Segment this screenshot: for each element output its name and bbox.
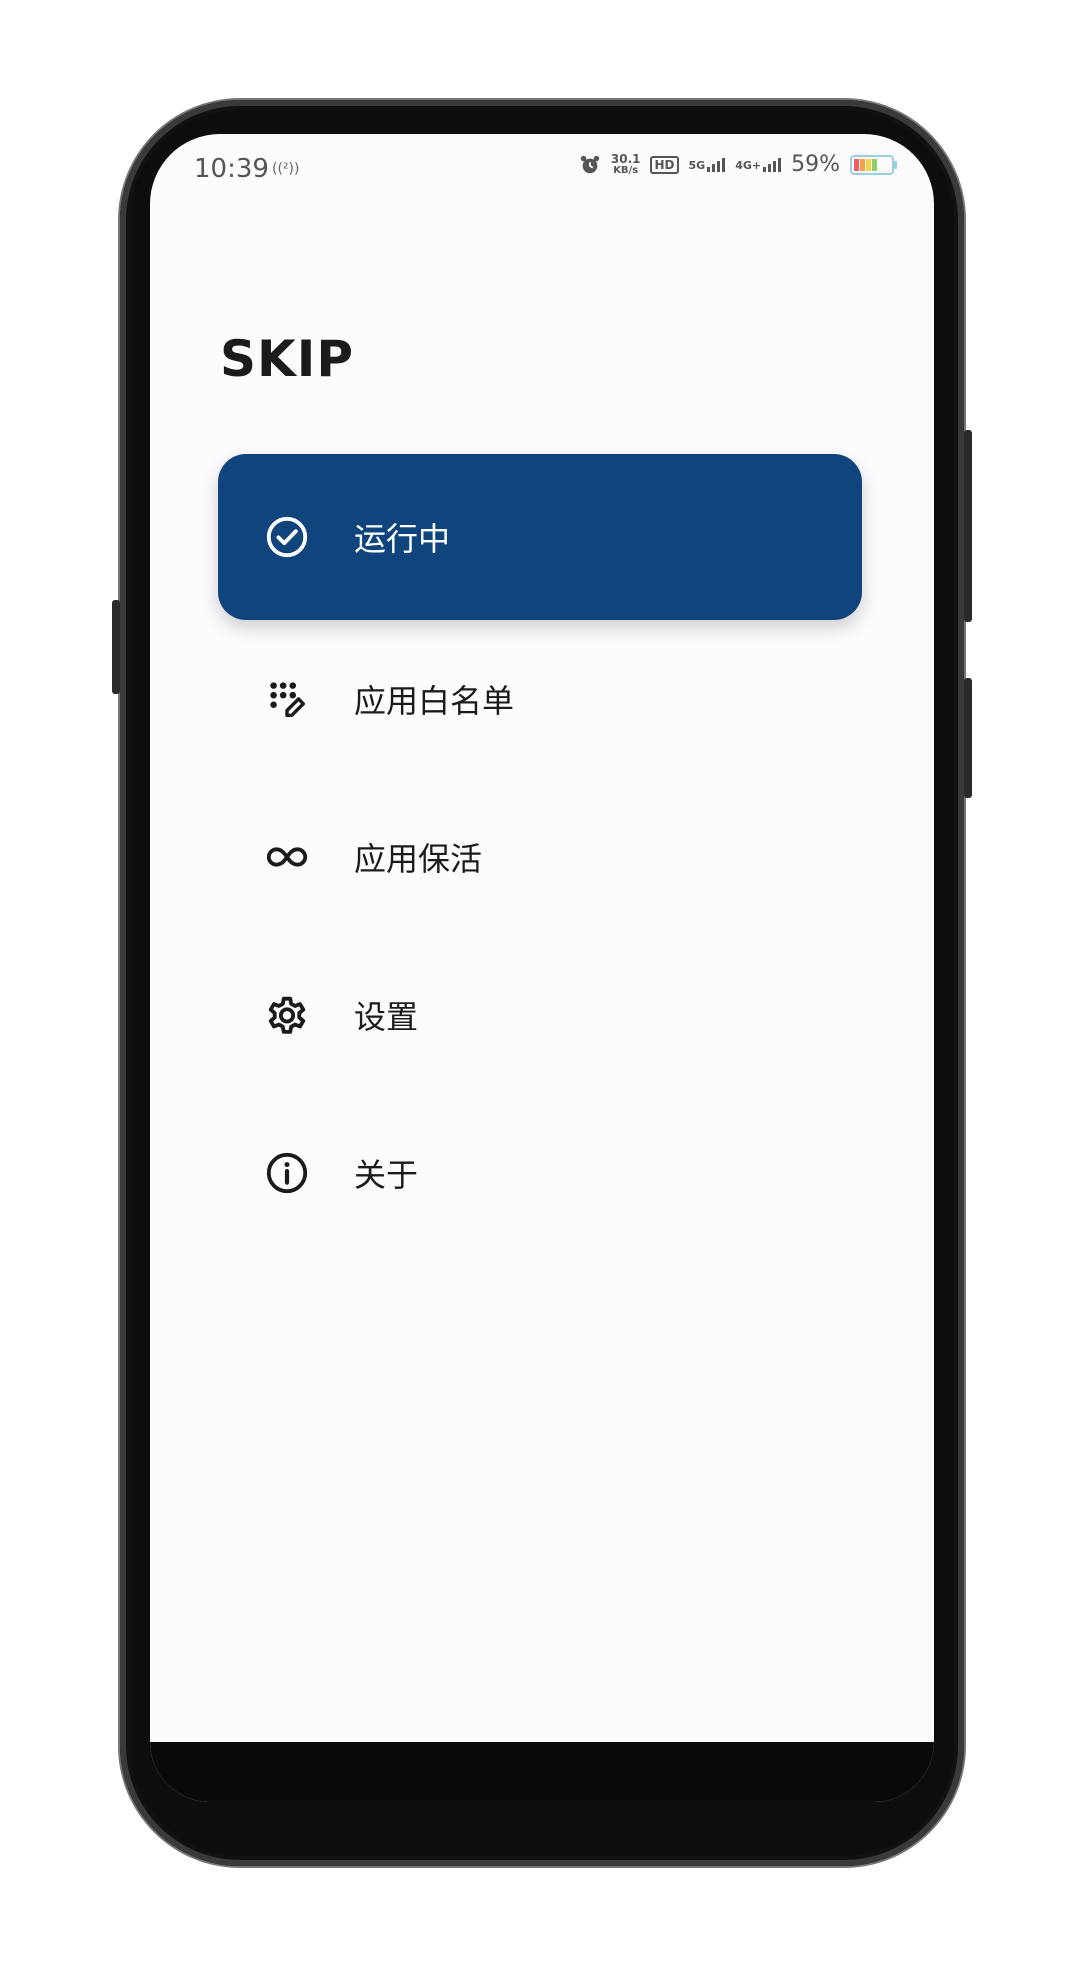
nav-item-label: 设置 bbox=[354, 998, 419, 1036]
nfc-icon: ((²)) bbox=[272, 161, 300, 177]
nav-item-label: 应用保活 bbox=[354, 840, 483, 878]
nav-item-keepalive[interactable]: 应用保活 bbox=[218, 778, 862, 936]
nav-item-running[interactable]: 运行中 bbox=[218, 454, 862, 620]
signal-5g-bars-icon bbox=[707, 157, 726, 172]
hd-icon: HD bbox=[650, 155, 679, 174]
nav-item-label: 应用白名单 bbox=[354, 682, 515, 720]
info-icon bbox=[262, 1148, 312, 1198]
nav-item-label: 关于 bbox=[354, 1156, 419, 1194]
nav-drawer: 运行中 应用白名单 应用保活 设置 关于 bbox=[218, 454, 862, 1252]
volume-button bbox=[112, 600, 120, 694]
status-icons: 30.1 KB/s HD 5G 4G+ 59% bbox=[579, 152, 897, 177]
check-circle-icon bbox=[262, 512, 312, 562]
nav-item-about[interactable]: 关于 bbox=[218, 1094, 862, 1252]
battery-percent: 59% bbox=[791, 152, 840, 177]
signal-4g: 4G+ bbox=[735, 157, 782, 172]
signal-4g-label: 4G+ bbox=[735, 158, 762, 172]
nav-item-label: 运行中 bbox=[354, 520, 451, 558]
gear-icon bbox=[262, 990, 312, 1040]
speed-unit: KB/s bbox=[613, 164, 639, 176]
signal-4g-bars-icon bbox=[763, 157, 782, 172]
battery-icon bbox=[850, 154, 897, 175]
alarm-icon bbox=[580, 155, 600, 173]
power-button-lower bbox=[964, 678, 972, 798]
status-time: 10:39 bbox=[194, 154, 269, 184]
status-bar: 10:39 ((²)) 30.1 KB/s HD 5G 4G+ 59% bbox=[150, 134, 934, 214]
page: 10:39 ((²)) 30.1 KB/s HD 5G 4G+ 59% SKIP… bbox=[0, 0, 1080, 1968]
nav-item-whitelist[interactable]: 应用白名单 bbox=[218, 620, 862, 778]
signal-5g: 5G bbox=[688, 157, 726, 172]
network-speed: 30.1 KB/s bbox=[611, 153, 641, 177]
phone-frame: 10:39 ((²)) 30.1 KB/s HD 5G 4G+ 59% SKIP… bbox=[112, 100, 972, 1866]
bottom-bezel bbox=[150, 1742, 934, 1802]
power-button-upper bbox=[964, 430, 972, 622]
app-title: SKIP bbox=[220, 330, 355, 388]
screen: 10:39 ((²)) 30.1 KB/s HD 5G 4G+ 59% SKIP… bbox=[150, 134, 934, 1802]
nav-item-settings[interactable]: 设置 bbox=[218, 936, 862, 1094]
signal-5g-label: 5G bbox=[688, 158, 706, 172]
dots-edit-icon bbox=[262, 674, 312, 724]
speed-value: 30.1 bbox=[610, 151, 641, 166]
infinity-icon bbox=[262, 832, 312, 882]
